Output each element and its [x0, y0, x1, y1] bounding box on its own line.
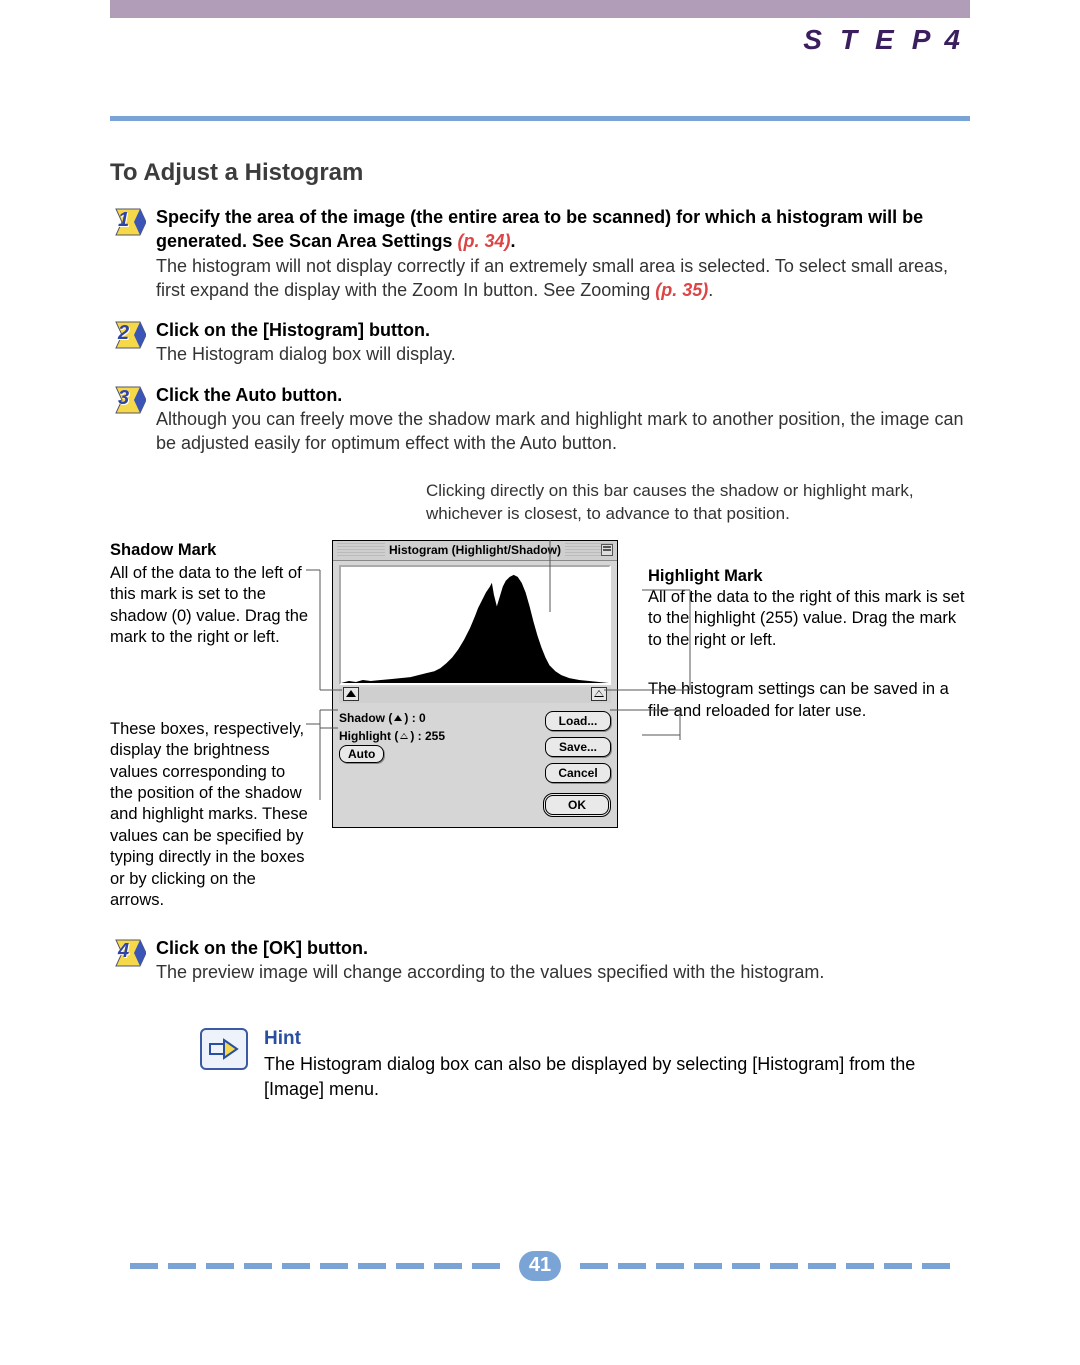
annot-value-boxes: These boxes, respectively, display the b… — [110, 719, 310, 912]
step4-body: The preview image will change according … — [156, 962, 824, 982]
step-header: STEP 4 — [110, 24, 970, 56]
hint-title: Hint — [264, 1028, 970, 1050]
highlight-mark[interactable] — [591, 687, 607, 701]
step-label: STEP — [803, 24, 948, 56]
step1-bold: Specify the area of the image (the entir… — [156, 207, 923, 251]
annot-highlight-mark: Highlight Mark All of the data to the ri… — [648, 566, 970, 652]
histogram-dialog: Histogram (Highlight/Shadow) — [332, 540, 618, 828]
highlight-triangle-icon — [400, 733, 408, 739]
histogram-display[interactable] — [339, 565, 611, 685]
step3-bold: Click the Auto button. — [156, 385, 342, 405]
step-badge-3: 3 — [110, 385, 146, 415]
step-4: 4 Click on the [OK] button. The preview … — [110, 936, 970, 985]
shadow-label: Shadow — [339, 711, 385, 725]
highlight-value[interactable]: 255 — [425, 729, 445, 743]
shadow-triangle-icon — [394, 715, 402, 721]
step-badge-2: 2 — [110, 320, 146, 350]
step-1: 1 Specify the area of the image (the ent… — [110, 205, 970, 302]
hint-icon — [200, 1028, 248, 1070]
auto-button[interactable]: Auto — [339, 745, 384, 763]
dialog-title: Histogram (Highlight/Shadow) — [385, 543, 565, 557]
highlight-label: Highlight — [339, 729, 391, 743]
page-number: 41 — [519, 1251, 561, 1281]
step2-body: The Histogram dialog box will display. — [156, 344, 456, 364]
annot-save-load: The histogram settings can be saved in a… — [648, 679, 970, 722]
shadow-mark[interactable] — [343, 687, 359, 701]
hint-box: Hint The Histogram dialog box can also b… — [200, 1028, 970, 1101]
step4-bold: Click on the [OK] button. — [156, 938, 368, 958]
top-caption: Clicking directly on this bar causes the… — [426, 480, 970, 526]
hint-body: The Histogram dialog box can also be dis… — [264, 1052, 970, 1101]
step-number: 4 — [944, 24, 960, 56]
link-p34[interactable]: (p. 34) — [457, 231, 510, 251]
step-badge-4: 4 — [110, 938, 146, 968]
annot-shadow-mark: Shadow Mark All of the data to the left … — [110, 540, 310, 649]
step1-body: The histogram will not display correctly… — [156, 256, 948, 300]
step-3: 3 Click the Auto button. Although you ca… — [110, 383, 970, 456]
shadow-value[interactable]: 0 — [419, 711, 426, 725]
ok-button[interactable]: OK — [543, 793, 611, 817]
save-button[interactable]: Save... — [545, 737, 611, 757]
divider — [110, 116, 970, 121]
step-badge-1: 1 — [110, 207, 146, 237]
cancel-button[interactable]: Cancel — [545, 763, 611, 783]
step2-bold: Click on the [Histogram] button. — [156, 320, 430, 340]
collapse-icon[interactable] — [601, 544, 613, 556]
page-footer: 41 — [110, 1251, 970, 1281]
top-bar — [110, 0, 970, 18]
link-p35[interactable]: (p. 35) — [655, 280, 708, 300]
page-title: To Adjust a Histogram — [110, 159, 970, 187]
dialog-titlebar[interactable]: Histogram (Highlight/Shadow) — [333, 541, 617, 561]
diagram-area: Shadow Mark All of the data to the left … — [110, 540, 970, 912]
load-button[interactable]: Load... — [545, 711, 611, 731]
step3-body: Although you can freely move the shadow … — [156, 409, 963, 453]
step-2: 2 Click on the [Histogram] button. The H… — [110, 318, 970, 367]
slider-rail[interactable] — [339, 687, 611, 703]
